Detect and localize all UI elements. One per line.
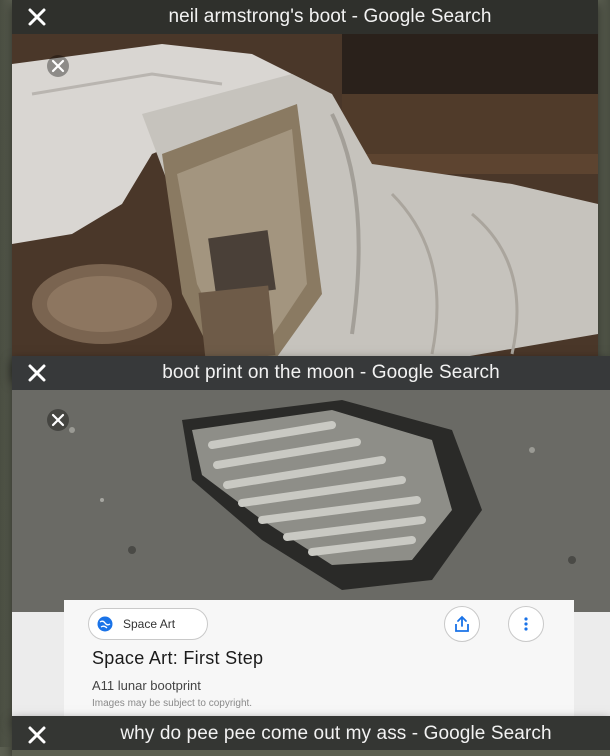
close-icon[interactable] [26,6,48,28]
more-options-button[interactable] [508,606,544,642]
moon-bootprint-photo [12,390,610,612]
tab-title: boot print on the moon - Google Search [162,362,500,383]
image-close-icon[interactable] [46,54,70,78]
tab-title: neil armstrong's boot - Google Search [168,6,492,27]
globe-icon [97,616,113,632]
tab-header: neil armstrong's boot - Google Search [12,0,598,34]
share-button[interactable] [444,606,480,642]
tab-card-armstrong-boot[interactable]: neil armstrong's boot - Google Search [12,0,598,378]
result-description: A11 lunar bootprint [92,678,201,693]
tab-title: why do pee pee come out my ass - Google … [120,723,552,744]
boot-photo [12,34,598,378]
bootprint-image [12,390,610,612]
tab-card-third-search[interactable]: why do pee pee come out my ass - Google … [12,716,610,756]
copyright-note: Images may be subject to copyright. [92,698,253,709]
result-title[interactable]: Space Art: First Step [92,648,263,669]
more-vert-icon [524,617,528,631]
tab-card-moon-bootprint[interactable]: boot print on the moon - Google Search S… [12,356,610,722]
boot-image [12,34,598,378]
tab-header: why do pee pee come out my ass - Google … [12,716,610,750]
close-icon[interactable] [26,724,48,746]
share-icon [455,615,469,632]
image-result-card[interactable]: Space Art Space Art: First Step A11 luna… [64,600,574,722]
close-icon[interactable] [26,362,48,384]
image-close-icon[interactable] [46,408,70,432]
tab-header: boot print on the moon - Google Search [12,356,610,390]
source-chip[interactable]: Space Art [88,608,208,640]
source-label: Space Art [123,617,176,631]
